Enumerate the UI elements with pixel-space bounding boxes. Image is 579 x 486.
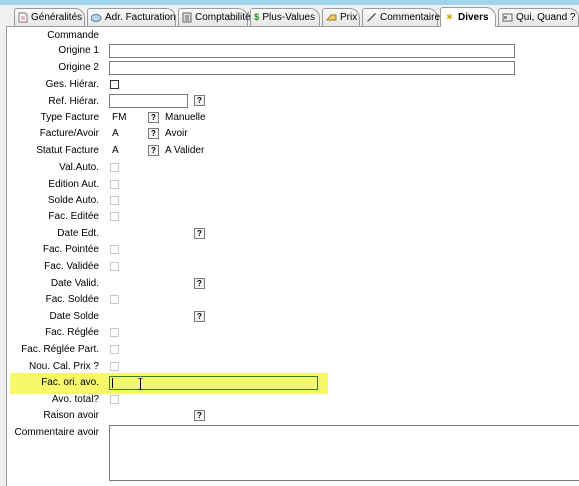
price-icon [326, 12, 337, 23]
fac-reglee-part-checkbox[interactable] [110, 345, 119, 354]
tab-plus-values[interactable]: $ Plus-Values [250, 8, 320, 26]
tab-comptabilite[interactable]: Comptabilité [178, 8, 251, 26]
fac-soldee-label: Fac. Soldée [45, 294, 99, 305]
fac-validee-checkbox[interactable] [110, 262, 119, 271]
origine2-field[interactable] [109, 61, 515, 75]
edition-aut-checkbox[interactable] [110, 180, 119, 189]
card-icon [502, 12, 513, 23]
ges-hierar-label: Ges. Hiérar. [45, 79, 99, 90]
fac-pointee-checkbox[interactable] [110, 245, 119, 254]
raison-avoir-label: Raison avoir [43, 410, 99, 421]
tab-generalites[interactable]: Généralités [14, 8, 85, 26]
tab-qui-quand[interactable]: Qui, Quand ? [498, 8, 579, 26]
tab-adr-facturation[interactable]: Adr. Facturation [87, 8, 176, 26]
date-valid-lookup-button[interactable]: ? [194, 278, 205, 289]
origine1-label: Origine 1 [58, 45, 99, 56]
address-icon [91, 12, 102, 23]
origine1-field[interactable] [109, 44, 515, 58]
ibeam-cursor-icon [138, 378, 143, 390]
date-valid-label: Date Valid. [50, 278, 99, 289]
type-facture-label: Type Facture [40, 112, 99, 123]
commentaire-avoir-textarea[interactable] [109, 425, 579, 481]
edition-aut-label: Edition Aut. [48, 179, 99, 190]
text-caret [112, 378, 113, 388]
tab-bar: Généralités Adr. Facturation Comptabilit… [0, 5, 579, 27]
type-facture-code: FM [112, 112, 127, 123]
fac-reglee-label: Fac. Réglée [45, 327, 99, 338]
ref-hierar-field[interactable] [109, 94, 188, 108]
fac-reglee-checkbox[interactable] [110, 328, 119, 337]
type-facture-desc: Manuelle [165, 112, 206, 123]
fac-soldee-checkbox[interactable] [110, 295, 119, 304]
date-solde-label: Date Solde [49, 311, 99, 322]
statut-facture-code: A [112, 145, 119, 156]
ref-hierar-label: Ref. Hiérar. [48, 96, 99, 107]
fac-pointee-label: Fac. Pointée [42, 244, 99, 255]
document-icon [18, 12, 28, 23]
facture-avoir-label: Facture/Avoir [39, 128, 99, 139]
commande-label: Commande [47, 30, 99, 41]
fac-editee-label: Fac. Editée [48, 211, 99, 222]
avo-total-label: Avo. total? [51, 394, 99, 405]
ref-hierar-lookup-button[interactable]: ? [194, 95, 205, 106]
statut-facture-label: Statut Facture [36, 145, 99, 156]
facture-avoir-lookup-button[interactable]: ? [148, 128, 159, 139]
commentaire-avoir-label: Commentaire avoir [14, 427, 99, 438]
statut-facture-desc: A Valider [165, 145, 205, 156]
avo-total-checkbox[interactable] [110, 395, 119, 404]
star-icon: ✶ [445, 12, 454, 22]
type-facture-lookup-button[interactable]: ? [148, 112, 159, 123]
ges-hierar-checkbox[interactable] [110, 80, 119, 89]
raison-avoir-lookup-button[interactable]: ? [194, 410, 205, 421]
fac-reglee-part-label: Fac. Réglée Part. [21, 344, 99, 355]
date-solde-lookup-button[interactable]: ? [194, 311, 205, 322]
facture-avoir-desc: Avoir [165, 128, 188, 139]
fac-editee-checkbox[interactable] [110, 212, 119, 221]
val-auto-label: Val.Auto. [59, 162, 99, 173]
fac-validee-label: Fac. Validée [44, 261, 99, 272]
facture-avoir-code: A [112, 128, 119, 139]
tab-prix[interactable]: Prix [322, 8, 360, 26]
tab-divers[interactable]: ✶ Divers [440, 7, 496, 27]
nou-cal-prix-checkbox[interactable] [110, 362, 119, 371]
ledger-icon [182, 12, 192, 23]
date-edt-label: Date Edt. [57, 228, 99, 239]
val-auto-checkbox[interactable] [110, 163, 119, 172]
solde-auto-label: Solde Auto. [47, 195, 99, 206]
date-edt-lookup-button[interactable]: ? [194, 228, 205, 239]
solde-auto-checkbox[interactable] [110, 196, 119, 205]
fac-ori-avo-label: Fac. ori. avo. [41, 377, 99, 388]
tab-commentaire[interactable]: Commentaire [362, 8, 440, 26]
pencil-icon [366, 12, 377, 23]
dollar-icon: $ [254, 12, 260, 22]
statut-facture-lookup-button[interactable]: ? [148, 145, 159, 156]
origine2-label: Origine 2 [58, 62, 99, 73]
nou-cal-prix-label: Nou. Cal. Prix ? [28, 361, 99, 372]
